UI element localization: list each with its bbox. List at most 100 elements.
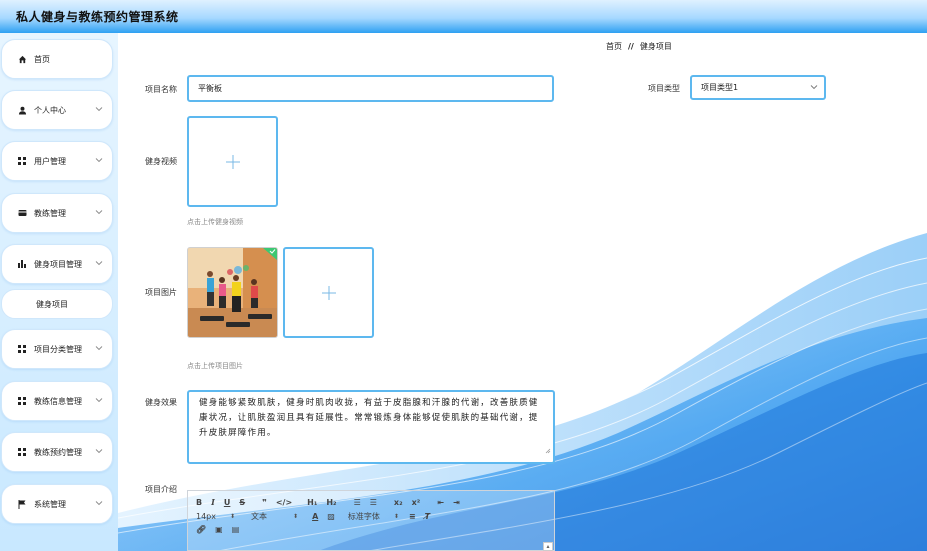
paragraph-format-value: 文本 xyxy=(251,512,268,521)
image-upload-button[interactable] xyxy=(283,247,374,338)
font-color-button-icon[interactable]: A xyxy=(312,512,318,521)
chevron-down-icon xyxy=(95,156,103,166)
fitness-effect-label: 健身效果 xyxy=(145,398,177,407)
select-arrows-icon: ⬍ xyxy=(230,513,236,520)
editor-toolbar-row-1: B I U S ❞ </> H₁ H₂ ☰ ☰ x₂ x² ⇤ ⇥ xyxy=(196,497,469,507)
video-upload-hint: 点击上传健身视频 xyxy=(187,218,243,226)
breadcrumb-current: 健身项目 xyxy=(639,42,672,51)
chevron-down-icon xyxy=(95,259,103,269)
font-family-value: 标准字体 xyxy=(347,512,380,521)
user-icon xyxy=(16,106,28,115)
font-size-select[interactable]: 14px ⬍ xyxy=(196,512,235,521)
plus-icon-stroke xyxy=(232,154,233,169)
bold-button-icon[interactable]: B xyxy=(196,498,202,507)
sidebar-item-label: 教练管理 xyxy=(34,208,66,218)
project-image-label: 项目图片 xyxy=(145,288,177,297)
sidebar-item-coach-management[interactable]: 教练管理 xyxy=(1,193,113,233)
scroll-up-arrow-icon[interactable]: ▴ xyxy=(543,542,553,551)
grid-icon xyxy=(16,448,28,456)
sidebar-item-label: 教练预约管理 xyxy=(34,447,82,457)
strikethrough-button-icon[interactable]: S xyxy=(239,498,245,507)
fitness-effect-textarea[interactable]: 健身能够紧致肌肤，健身时肌肉收拢，有益于皮脂腺和汗腺的代谢，改善肤质健康状况，让… xyxy=(187,390,555,464)
video-button-icon[interactable]: ▤ xyxy=(232,525,240,534)
editor-toolbar-row-2: 14px ⬍ 文本 ⬍ A ▨ 标准字体 ⬍ ≡ T̸ xyxy=(196,511,439,522)
paragraph-format-select[interactable]: 文本 ⬍ xyxy=(251,511,298,522)
project-name-input[interactable]: 平衡板 xyxy=(187,75,554,102)
sidebar-item-user-management[interactable]: 用户管理 xyxy=(1,141,113,181)
sidebar-item-label: 用户管理 xyxy=(34,156,66,166)
sidebar-item-coach-info-management[interactable]: 教练信息管理 xyxy=(1,381,113,421)
sidebar-item-label: 首页 xyxy=(34,54,50,64)
project-type-label: 项目类型 xyxy=(648,84,680,93)
ordered-list-button-icon[interactable]: ☰ xyxy=(354,498,361,507)
sidebar-item-personal-center[interactable]: 个人中心 xyxy=(1,90,113,130)
sidebar-item-label: 项目分类管理 xyxy=(34,344,82,354)
sidebar-item-label: 个人中心 xyxy=(34,105,66,115)
sidebar-item-project-category-management[interactable]: 项目分类管理 xyxy=(1,329,113,369)
sidebar-item-label: 系统管理 xyxy=(34,499,66,509)
chevron-down-icon xyxy=(810,83,818,92)
bullet-list-button-icon[interactable]: ☰ xyxy=(370,498,377,507)
header-1-button-icon[interactable]: H₁ xyxy=(307,498,317,507)
breadcrumb-home[interactable]: 首页 xyxy=(606,42,622,51)
gym-photo xyxy=(188,248,277,337)
card-icon xyxy=(16,209,28,217)
project-type-value: 项目类型1 xyxy=(701,83,739,92)
grid-icon xyxy=(16,157,28,165)
chevron-down-icon xyxy=(95,499,103,509)
image-upload-hint: 点击上传项目图片 xyxy=(187,362,243,370)
grid-icon xyxy=(16,345,28,353)
fitness-video-label: 健身视频 xyxy=(145,157,177,166)
indent-increase-button-icon[interactable]: ⇥ xyxy=(453,498,460,507)
sidebar-item-label: 健身项目管理 xyxy=(34,259,82,269)
sidebar-item-label: 教练信息管理 xyxy=(34,396,82,406)
subscript-button-icon[interactable]: x₂ xyxy=(394,498,403,507)
sidebar: 首页 个人中心 用户管理 教练管理 健身项目管理 健身项目 项目分类管理 教练信… xyxy=(0,33,118,551)
top-bar: 私人健身与教练预约管理系统 xyxy=(0,0,927,33)
editor-toolbar-row-3: 🔗︎ ▣ ▤ xyxy=(196,525,248,534)
resize-handle-icon[interactable] xyxy=(545,445,551,460)
link-button-icon[interactable]: 🔗︎ xyxy=(196,525,206,534)
uploaded-check-icon xyxy=(263,248,277,260)
chevron-down-icon xyxy=(95,447,103,457)
plus-icon-stroke xyxy=(328,285,329,300)
chevron-down-icon xyxy=(95,208,103,218)
breadcrumb: 首页 // 健身项目 xyxy=(606,41,672,52)
video-upload-button[interactable] xyxy=(187,116,278,207)
flag-icon xyxy=(16,499,28,509)
code-block-button-icon[interactable]: </> xyxy=(276,498,292,507)
sidebar-item-home[interactable]: 首页 xyxy=(1,39,113,79)
project-image-thumbnail[interactable] xyxy=(187,247,278,338)
sidebar-item-system-management[interactable]: 系统管理 xyxy=(1,484,113,524)
chevron-down-icon xyxy=(95,396,103,406)
italic-button-icon[interactable]: I xyxy=(211,497,215,507)
fitness-effect-text: 健身能够紧致肌肤，健身时肌肉收拢，有益于皮脂腺和汗腺的代谢，改善肤质健康状况，让… xyxy=(199,398,539,438)
sidebar-item-fitness-project-management[interactable]: 健身项目管理 xyxy=(1,244,113,284)
superscript-button-icon[interactable]: x² xyxy=(412,498,421,507)
blockquote-button-icon[interactable]: ❞ xyxy=(262,498,267,507)
background-color-button-icon[interactable]: ▨ xyxy=(327,512,335,521)
chevron-down-icon xyxy=(95,344,103,354)
select-arrows-icon: ⬍ xyxy=(293,513,299,520)
align-button-icon[interactable]: ≡ xyxy=(409,512,416,521)
grid-icon xyxy=(16,397,28,405)
sidebar-item-coach-booking-management[interactable]: 教练预约管理 xyxy=(1,432,113,472)
main-content: 首页 // 健身项目 项目名称 平衡板 项目类型 项目类型1 健身视频 点击上传健身… xyxy=(118,33,927,551)
project-type-select[interactable]: 项目类型1 xyxy=(690,75,826,100)
home-icon xyxy=(16,55,28,64)
chevron-down-icon xyxy=(95,105,103,115)
rich-text-editor[interactable]: B I U S ❞ </> H₁ H₂ ☰ ☰ x₂ x² ⇤ ⇥ 14px ⬍ … xyxy=(187,490,555,551)
project-name-label: 项目名称 xyxy=(145,85,177,94)
breadcrumb-separator: // xyxy=(628,42,634,51)
indent-decrease-button-icon[interactable]: ⇤ xyxy=(437,498,444,507)
sidebar-subitem-fitness-project[interactable]: 健身项目 xyxy=(1,289,113,319)
bar-chart-icon xyxy=(16,260,28,268)
underline-button-icon[interactable]: U xyxy=(224,498,231,507)
font-family-select[interactable]: 标准字体 ⬍ xyxy=(348,511,399,522)
app-title: 私人健身与教练预约管理系统 xyxy=(16,10,179,24)
font-size-value: 14px xyxy=(196,512,216,521)
header-2-button-icon[interactable]: H₂ xyxy=(326,498,336,507)
image-button-icon[interactable]: ▣ xyxy=(215,525,223,534)
clear-format-button-icon[interactable]: T̸ xyxy=(425,512,430,521)
project-intro-label: 项目介绍 xyxy=(145,485,177,494)
